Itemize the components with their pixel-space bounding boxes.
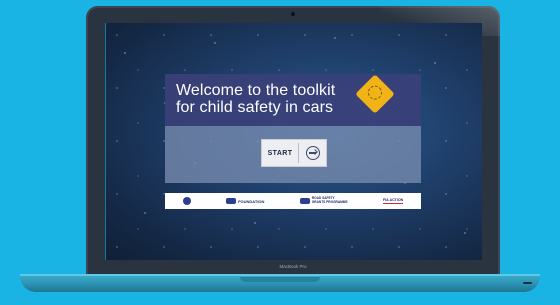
road-safety-logo[interactable]: ROAD SAFETY GRANTS PROGRAMME	[299, 197, 348, 204]
foundation-logo-text: FOUNDATION	[238, 198, 265, 204]
start-button-divider	[298, 143, 299, 163]
camera-icon	[291, 12, 295, 16]
foundation-logo[interactable]: FOUNDATION	[226, 198, 264, 204]
start-button[interactable]: START	[261, 139, 327, 167]
org-emblem-icon	[182, 197, 191, 205]
child-seat-warning-sign-icon	[355, 74, 395, 114]
welcome-title-line1: Welcome to the toolkit	[176, 82, 336, 99]
welcome-card: Welcome to the toolkit for child safety …	[165, 74, 421, 126]
org-logo-1[interactable]	[182, 197, 191, 205]
badge-inner-ring	[365, 82, 385, 103]
welcome-title: Welcome to the toolkit for child safety …	[176, 82, 356, 116]
device-model-label: MacBook Pro	[279, 264, 307, 269]
screen-edge	[105, 23, 106, 260]
partner-logo-bar: FOUNDATION ROAD SAFETY GRANTS PROGRAMME …	[165, 193, 421, 209]
fia-action-logo[interactable]: FIA ACTION	[382, 198, 404, 204]
road-safety-emblem-icon	[299, 198, 310, 204]
start-area: START	[165, 126, 421, 183]
start-button-label: START	[267, 149, 293, 157]
laptop-base-notch	[240, 277, 320, 282]
laptop-indicator-light-icon	[523, 282, 532, 284]
toolkit-welcome-panel: Welcome to the toolkit for child safety …	[165, 74, 421, 212]
road-safety-logo-line2: GRANTS PROGRAMME	[311, 200, 348, 204]
road-safety-logo-text: ROAD SAFETY GRANTS PROGRAMME	[312, 197, 348, 204]
arrow-right-circle-icon	[306, 146, 320, 160]
fia-action-logo-text: FIA ACTION	[382, 198, 404, 204]
welcome-title-line2: for child safety in cars	[176, 99, 334, 116]
foundation-emblem-icon	[226, 198, 237, 204]
